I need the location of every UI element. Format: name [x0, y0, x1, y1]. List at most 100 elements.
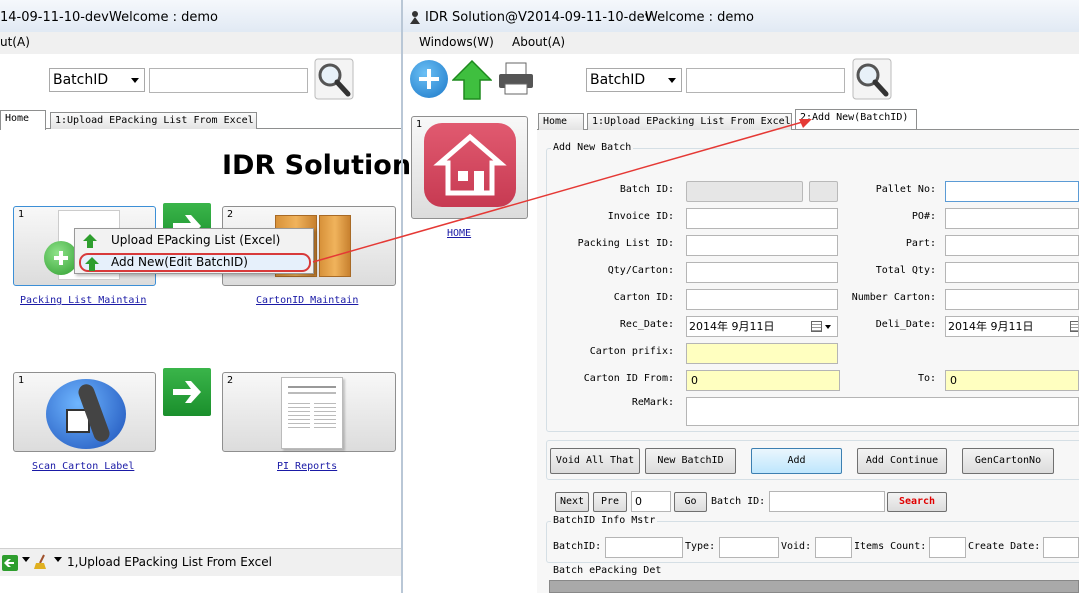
window-divider [401, 0, 403, 593]
new-batchid-button[interactable]: New BatchID [645, 448, 736, 474]
broom-icon[interactable] [34, 554, 48, 570]
right-search-field-value: BatchID [590, 72, 646, 88]
chevron-down-icon[interactable] [825, 325, 831, 329]
carton-id-to-value: 0 [950, 374, 957, 387]
right-window-title: IDR Solution@V2014-09-11-10-dev [425, 10, 653, 25]
context-menu-label: Add New(Edit BatchID) [111, 255, 248, 269]
info-void-field[interactable] [815, 537, 852, 558]
left-search-input[interactable] [149, 68, 308, 93]
context-menu-item-upload[interactable]: Upload EPacking List (Excel) [79, 231, 311, 251]
card-number: 1 [18, 209, 25, 220]
batch-id-search-label: Batch ID: [711, 496, 766, 507]
link-home[interactable]: HOME [447, 228, 471, 239]
printer-icon[interactable] [497, 62, 535, 96]
info-items-count-field[interactable] [929, 537, 966, 558]
left-tab-home-label: Home [5, 113, 30, 124]
carton-id-to-input[interactable]: 0 [945, 370, 1079, 391]
right-tab-add-new[interactable]: 2:Add New(BatchID) [795, 109, 917, 129]
card-pi-reports[interactable]: 2 [222, 372, 396, 452]
add-continue-button[interactable]: Add Continue [857, 448, 947, 474]
left-menu-bar: ut(A) [0, 32, 401, 54]
info-label-create-date: Create Date: [968, 541, 1041, 552]
gen-carton-no-button[interactable]: GenCartonNo [962, 448, 1054, 474]
add-button[interactable]: Add [751, 448, 842, 474]
link-cartonid-maintain[interactable]: CartonID Maintain [256, 295, 358, 306]
left-menu-about[interactable]: ut(A) [0, 35, 30, 49]
label-qty-carton: Qty/Carton: [607, 265, 674, 276]
card-scan-carton[interactable]: 1 [13, 372, 156, 452]
link-pi-reports[interactable]: PI Reports [277, 461, 337, 472]
info-label-type: Type: [685, 541, 716, 552]
carton-box-icon [319, 215, 351, 277]
right-search-input[interactable] [686, 68, 845, 93]
po-input[interactable] [945, 208, 1079, 229]
right-tab-upload[interactable]: 1:Upload EPacking List From Excel [587, 113, 792, 130]
part-input[interactable] [945, 235, 1079, 256]
label-carton-id-from: Carton ID From: [583, 373, 674, 384]
go-button[interactable]: Go [674, 492, 707, 512]
pallet-no-input[interactable] [945, 181, 1079, 202]
carton-id-input[interactable] [686, 289, 838, 310]
qty-carton-input[interactable] [686, 262, 838, 283]
context-menu-item-add-new[interactable]: Add New(Edit BatchID) [79, 253, 311, 272]
home-icon [424, 123, 516, 207]
right-search-field-select[interactable]: BatchID [586, 68, 682, 92]
upload-arrow-icon[interactable] [451, 59, 493, 100]
label-batch-id: Batch ID: [619, 184, 674, 195]
next-button[interactable]: Next [555, 492, 589, 512]
label-deli-date: Deli_Date: [875, 319, 936, 330]
right-magnifier-icon[interactable] [852, 58, 892, 100]
menu-about[interactable]: About(A) [512, 35, 565, 49]
batch-id-suffix-field [809, 181, 838, 202]
left-tab-upload[interactable]: 1:Upload EPacking List From Excel [50, 112, 257, 129]
rec-date-picker[interactable]: 2014年 9月11日 [686, 316, 838, 337]
card-home[interactable]: 1 [411, 116, 528, 219]
link-scan-carton-label[interactable]: Scan Carton Label [32, 461, 134, 472]
info-label-batchid: BatchID: [553, 541, 602, 552]
left-tab-home[interactable]: Home [0, 110, 46, 130]
barcode-scanner-icon [46, 379, 126, 449]
total-qty-input[interactable] [945, 262, 1079, 283]
remark-input[interactable] [686, 397, 1079, 426]
chevron-down-icon [668, 78, 676, 83]
add-circle-icon [44, 241, 78, 275]
invoice-id-input[interactable] [686, 208, 838, 229]
right-tab-home-label: Home [543, 116, 568, 127]
calendar-icon[interactable] [811, 321, 822, 332]
card-number: 2 [227, 209, 234, 220]
page-number-input[interactable]: 0 [631, 491, 671, 512]
info-type-field[interactable] [719, 537, 779, 558]
number-carton-input[interactable] [945, 289, 1079, 310]
menu-windows[interactable]: Windows(W) [419, 35, 494, 49]
app-icon [408, 10, 422, 24]
deli-date-picker[interactable]: 2014年 9月11日 [945, 316, 1079, 337]
left-magnifier-icon[interactable] [314, 58, 354, 100]
left-status-bar: 1,Upload EPacking List From Excel [0, 548, 401, 576]
search-button[interactable]: Search [887, 492, 947, 512]
left-title-bar: 14-09-11-10-dev Welcome : demo [0, 0, 401, 36]
info-create-date-field[interactable] [1043, 537, 1079, 558]
link-packing-list-maintain[interactable]: Packing List Maintain [20, 295, 146, 306]
info-batchid-field[interactable] [605, 537, 683, 558]
right-title-bar: IDR Solution@V2014-09-11-10-dev Welcome … [403, 0, 1079, 36]
chevron-down-icon[interactable] [54, 557, 62, 562]
batch-det-grid[interactable] [549, 580, 1079, 593]
batch-info-title: BatchID Info Mstr [551, 515, 658, 526]
add-plus-icon[interactable] [410, 60, 448, 98]
deli-date-value: 2014年 9月11日 [948, 320, 1034, 333]
batch-id-search-input[interactable] [769, 491, 885, 512]
card-number: 2 [227, 375, 234, 386]
chevron-down-icon[interactable] [22, 557, 30, 562]
packing-list-id-input[interactable] [686, 235, 838, 256]
context-menu-label: Upload EPacking List (Excel) [111, 233, 281, 247]
void-all-button[interactable]: Void All That [550, 448, 640, 474]
back-arrow-icon[interactable] [2, 555, 18, 571]
carton-id-from-input[interactable]: 0 [686, 370, 840, 391]
card-number: 1 [416, 119, 423, 130]
pre-button[interactable]: Pre [593, 492, 627, 512]
label-number-carton: Number Carton: [851, 292, 936, 303]
left-search-field-select[interactable]: BatchID [49, 68, 145, 92]
calendar-icon[interactable] [1070, 321, 1078, 332]
right-tab-home[interactable]: Home [538, 113, 584, 130]
carton-prefix-input[interactable] [686, 343, 838, 364]
